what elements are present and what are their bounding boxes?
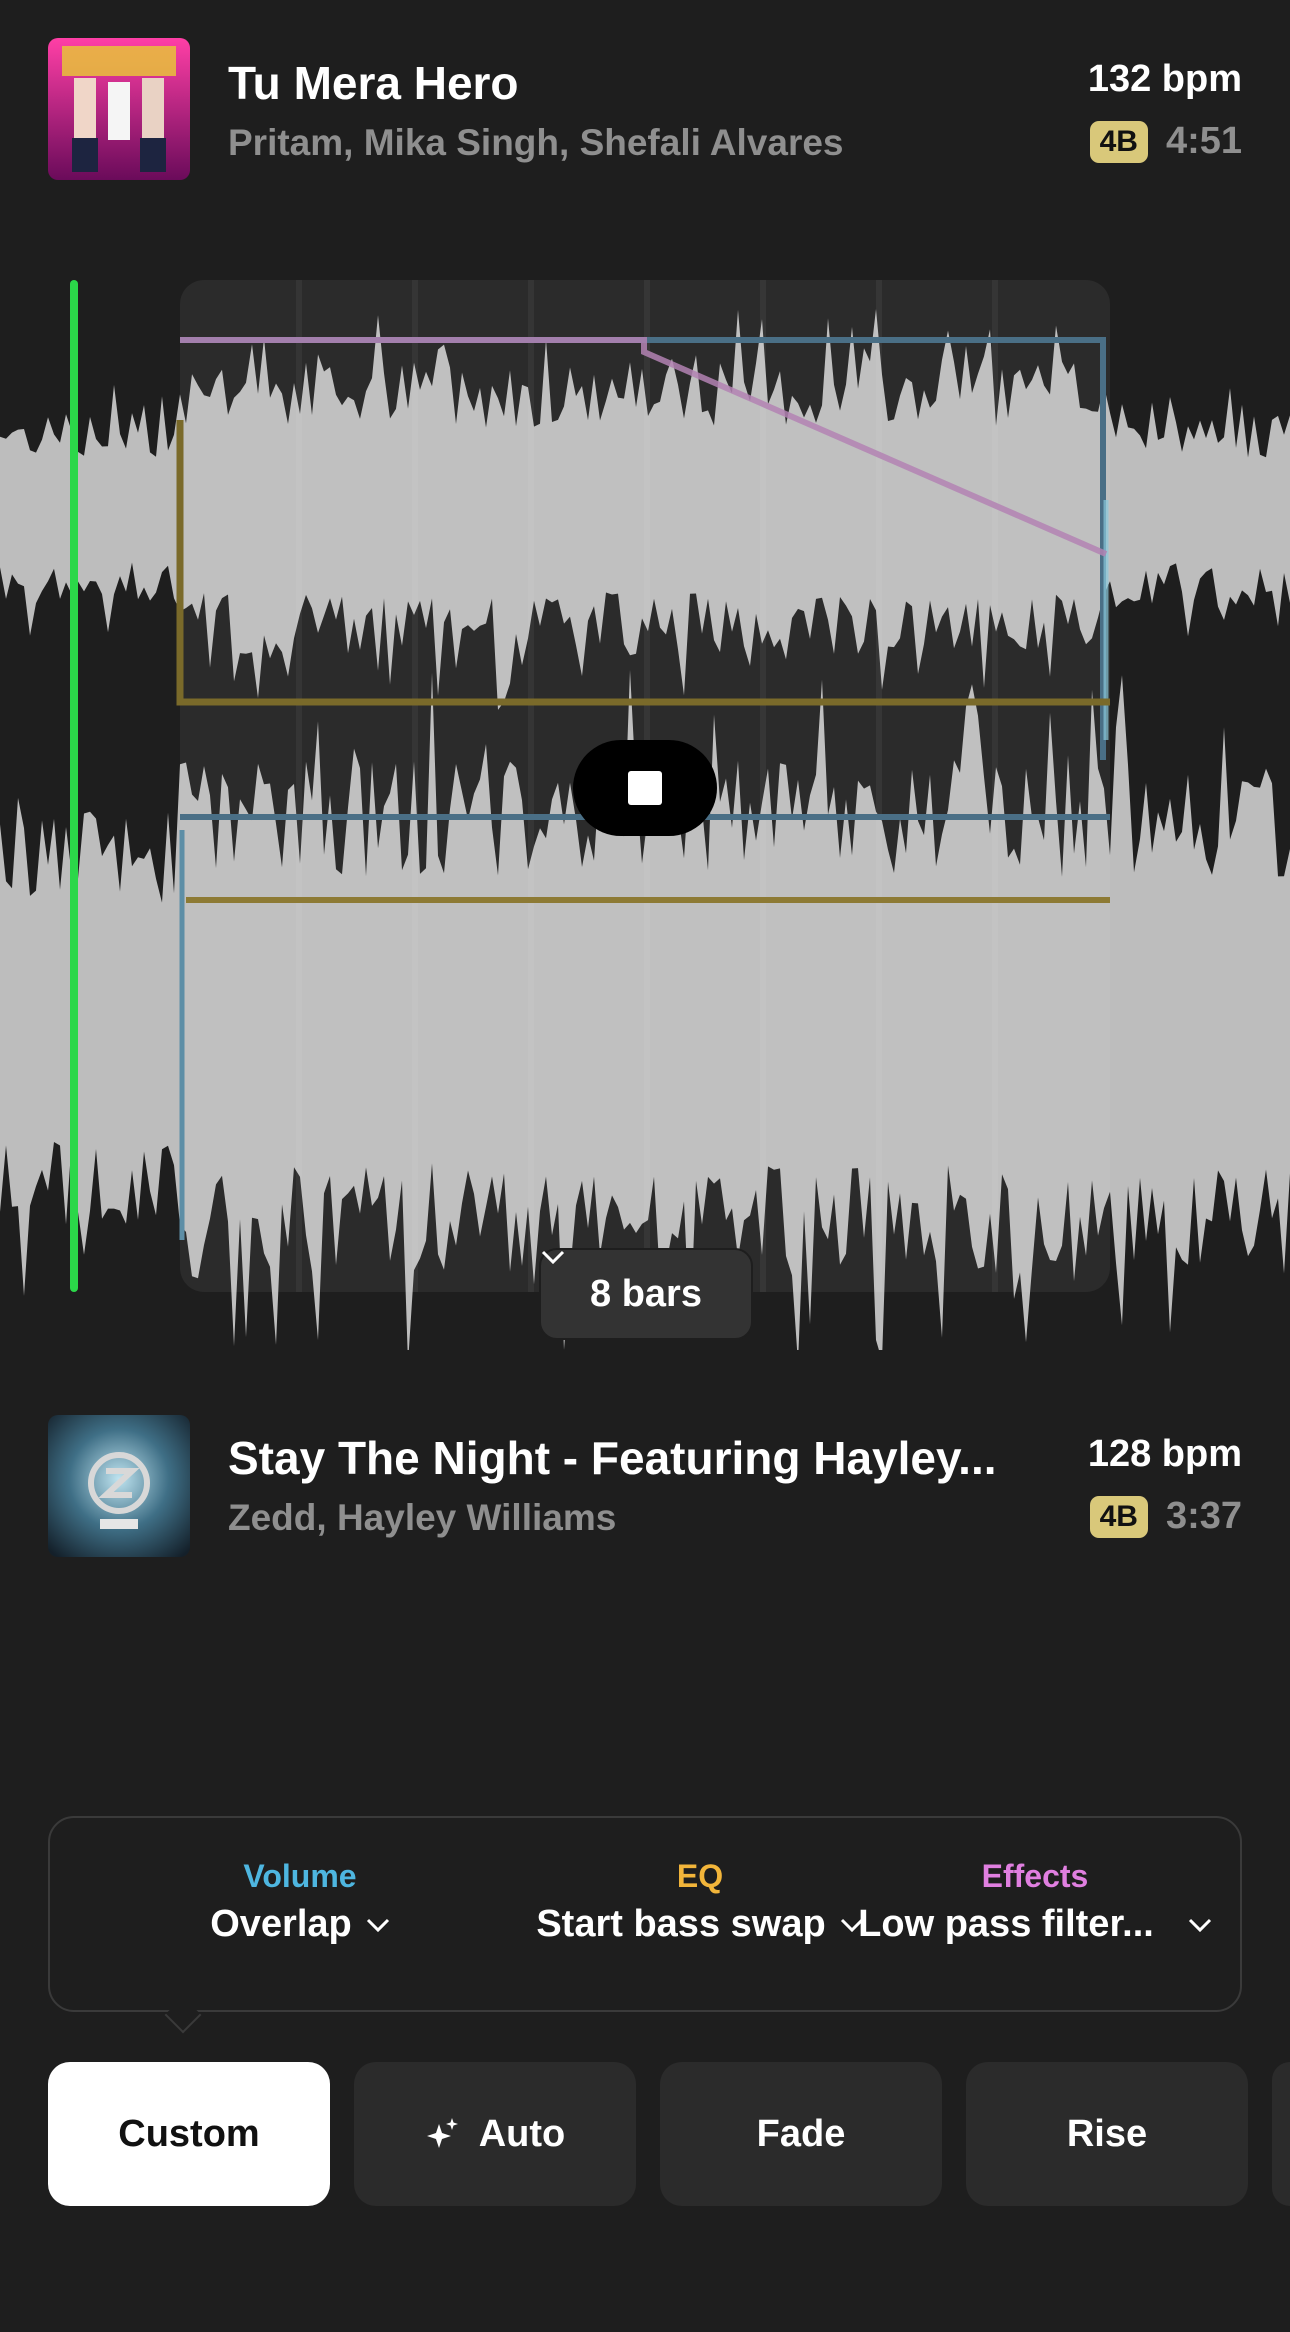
bars-length-dropdown[interactable]: 8 bars <box>539 1248 753 1340</box>
preset-more-button[interactable] <box>1272 2062 1290 2206</box>
beat-grid-line <box>296 280 302 1292</box>
preset-label: Auto <box>478 2112 566 2155</box>
effects-control[interactable]: Effects Low pass filter... <box>840 1858 1230 1946</box>
effects-dropdown[interactable]: Low pass filter... <box>840 1903 1230 1946</box>
stop-icon <box>628 771 662 805</box>
track-bpm: 132 bpm <box>1087 58 1242 100</box>
track-meta: 4B 3:37 <box>1089 1495 1242 1538</box>
track-duration: 4:51 <box>1165 120 1242 162</box>
preset-label: Rise <box>1066 2112 1148 2155</box>
album-art <box>48 1415 190 1557</box>
preset-custom-button[interactable]: Custom <box>48 2062 330 2206</box>
preset-fade-button[interactable]: Fade <box>660 2062 942 2206</box>
transition-settings-panel: Volume Overlap EQ Start bass swap Effect… <box>48 1816 1242 2012</box>
chevron-down-icon <box>366 1918 389 1932</box>
beat-grid-line <box>876 280 882 1292</box>
transition-waveform-editor[interactable]: 8 bars <box>0 270 1290 1350</box>
track-artist: Pritam, Mika Singh, Shefali Alvares <box>228 122 844 163</box>
volume-control[interactable]: Volume Overlap <box>70 1858 530 1946</box>
volume-value: Overlap <box>210 1903 352 1945</box>
beat-grid-line <box>992 280 998 1292</box>
beat-grid-line <box>528 280 534 1292</box>
key-badge: 4B <box>1089 120 1148 163</box>
beat-grid-line <box>760 280 766 1292</box>
track-meta: 4B 4:51 <box>1089 120 1242 163</box>
stop-button[interactable] <box>573 740 717 836</box>
track-duration: 3:37 <box>1165 1495 1242 1537</box>
current-track-header: Tu Mera Hero Pritam, Mika Singh, Shefali… <box>48 38 1242 188</box>
album-art-zedd-icon <box>48 1415 190 1557</box>
volume-dropdown[interactable]: Overlap <box>70 1903 530 1946</box>
effects-value: Low pass filter... <box>858 1903 1154 1945</box>
next-track-header: Stay The Night - Featuring Hayley... Zed… <box>48 1413 1242 1563</box>
eq-value: Start bass swap <box>536 1903 826 1945</box>
track-title: Tu Mera Hero <box>228 57 519 109</box>
album-art-desi-boyz-icon <box>48 38 190 180</box>
chevron-down-icon <box>1188 1918 1211 1932</box>
preset-auto-button[interactable]: Auto <box>354 2062 636 2206</box>
playhead[interactable] <box>70 280 78 1292</box>
effects-label: Effects <box>981 1858 1089 1894</box>
sparkle-icon <box>426 2118 458 2148</box>
bars-length-label: 8 bars <box>590 1272 702 1315</box>
track-bpm: 128 bpm <box>1087 1433 1242 1475</box>
preset-label: Custom <box>118 2112 260 2155</box>
track-title: Stay The Night - Featuring Hayley... <box>228 1432 997 1484</box>
key-badge: 4B <box>1089 1495 1148 1538</box>
preset-rise-button[interactable]: Rise <box>966 2062 1248 2206</box>
chevron-down-icon <box>541 1250 565 1264</box>
beat-grid-line <box>412 280 418 1292</box>
preset-label: Fade <box>756 2112 846 2155</box>
album-art <box>48 38 190 180</box>
volume-label: Volume <box>243 1858 357 1894</box>
track-artist: Zedd, Hayley Williams <box>228 1497 617 1538</box>
